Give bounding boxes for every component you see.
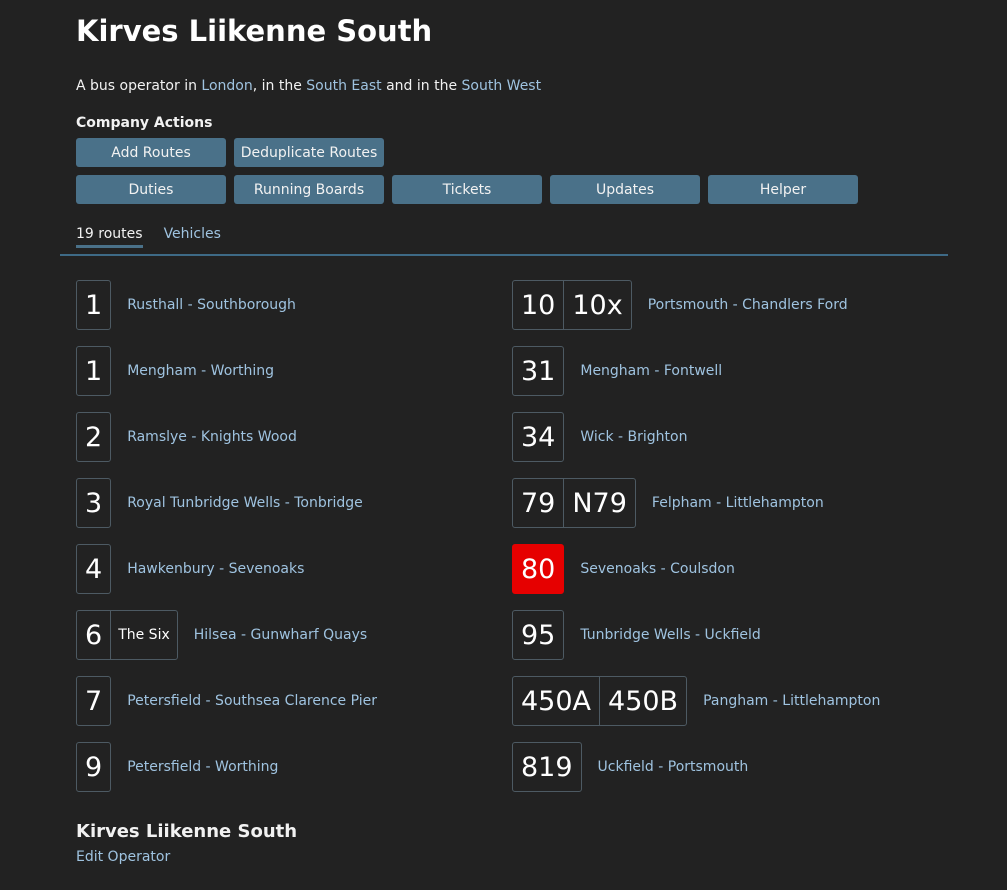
- region-link-london[interactable]: London: [201, 78, 252, 94]
- route-item[interactable]: 819 Uckfield - Portsmouth: [512, 742, 880, 792]
- add-routes-button[interactable]: Add Routes: [76, 138, 226, 167]
- route-number: 10x: [563, 281, 630, 329]
- region-link-south-west[interactable]: South West: [462, 78, 542, 94]
- route-item[interactable]: 1 Rusthall - Southborough: [76, 280, 377, 330]
- route-item[interactable]: 9 Petersfield - Worthing: [76, 742, 377, 792]
- route-number: 3: [85, 487, 103, 519]
- route-number-badge: 34: [512, 412, 565, 462]
- route-name: Wick - Brighton: [580, 429, 688, 445]
- route-item[interactable]: 2 Ramslye - Knights Wood: [76, 412, 377, 462]
- route-number-badge: 819: [512, 742, 582, 792]
- route-item[interactable]: 31 Mengham - Fontwell: [512, 346, 880, 396]
- page-title: Kirves Liikenne South: [76, 14, 433, 48]
- route-number: 95: [521, 619, 556, 651]
- route-number-badge: 79 N79: [512, 478, 636, 528]
- route-number: 34: [521, 421, 556, 453]
- tab-vehicles[interactable]: Vehicles: [164, 226, 221, 248]
- actions-row-1: Add Routes Deduplicate Routes: [76, 138, 384, 167]
- route-item[interactable]: 3 Royal Tunbridge Wells - Tonbridge: [76, 478, 377, 528]
- updates-button[interactable]: Updates: [550, 175, 700, 204]
- duties-button[interactable]: Duties: [76, 175, 226, 204]
- route-number: 4: [85, 553, 103, 585]
- route-number: 31: [521, 355, 556, 387]
- actions-row-2: Duties Running Boards Tickets Updates He…: [76, 175, 858, 204]
- route-number-badge: 450A 450B: [512, 676, 688, 726]
- route-number: The Six: [110, 611, 177, 659]
- route-number: 450A: [521, 685, 592, 717]
- route-item[interactable]: 4 Hawkenbury - Sevenoaks: [76, 544, 377, 594]
- route-number-badge: 31: [512, 346, 565, 396]
- route-number-badge: 4: [76, 544, 112, 594]
- company-actions-heading: Company Actions: [76, 115, 213, 131]
- route-number: 819: [521, 751, 573, 783]
- route-number-badge: 80: [512, 544, 565, 594]
- route-number: N79: [563, 479, 635, 527]
- route-name: Petersfield - Worthing: [127, 759, 279, 775]
- route-number-badge: 1: [76, 346, 112, 396]
- route-item[interactable]: 80 Sevenoaks - Coulsdon: [512, 544, 880, 594]
- route-number-badge: 9: [76, 742, 112, 792]
- route-number-badge: 7: [76, 676, 112, 726]
- tab-divider: [60, 254, 948, 256]
- route-item[interactable]: 10 10x Portsmouth - Chandlers Ford: [512, 280, 880, 330]
- route-number: 7: [85, 685, 103, 717]
- route-number: 10: [521, 289, 556, 321]
- tab-bar: 19 routes Vehicles: [76, 226, 221, 248]
- route-name: Sevenoaks - Coulsdon: [580, 561, 735, 577]
- route-number: 9: [85, 751, 103, 783]
- route-column-right: 10 10x Portsmouth - Chandlers Ford 31 Mengha…: [512, 280, 880, 792]
- route-name: Uckfield - Portsmouth: [597, 759, 749, 775]
- operator-description: A bus operator in London, in the South E…: [76, 78, 542, 94]
- route-name: Mengham - Fontwell: [580, 363, 723, 379]
- route-number-badge: 2: [76, 412, 112, 462]
- route-number: 1: [85, 355, 103, 387]
- route-number: 2: [85, 421, 103, 453]
- route-number-badge: 3: [76, 478, 112, 528]
- route-item[interactable]: 1 Mengham - Worthing: [76, 346, 377, 396]
- route-name: Hawkenbury - Sevenoaks: [127, 561, 305, 577]
- route-name: Petersfield - Southsea Clarence Pier: [127, 693, 378, 709]
- route-column-left: 1 Rusthall - Southborough 1 Mengham - Worth…: [76, 280, 377, 792]
- edit-operator-link[interactable]: Edit Operator: [76, 849, 170, 865]
- route-number: 6: [85, 619, 103, 651]
- route-name: Portsmouth - Chandlers Ford: [647, 297, 848, 313]
- route-item[interactable]: 79 N79 Felpham - Littlehampton: [512, 478, 880, 528]
- route-item[interactable]: 95 Tunbridge Wells - Uckfield: [512, 610, 880, 660]
- operator-section-title: Kirves Liikenne South: [76, 821, 298, 842]
- tab-routes[interactable]: 19 routes: [76, 226, 143, 248]
- route-name: Mengham - Worthing: [127, 363, 275, 379]
- route-name: Ramslye - Knights Wood: [127, 429, 297, 445]
- route-name: Pangham - Littlehampton: [703, 693, 881, 709]
- route-number: 79: [521, 487, 556, 519]
- route-number-badge: 10 10x: [512, 280, 632, 330]
- route-item[interactable]: 6 The Six Hilsea - Gunwharf Quays: [76, 610, 377, 660]
- route-number: 80: [521, 553, 556, 585]
- route-number: 1: [85, 289, 103, 321]
- route-name: Tunbridge Wells - Uckfield: [580, 627, 761, 643]
- route-number-badge: 6 The Six: [76, 610, 178, 660]
- route-item[interactable]: 450A 450B Pangham - Littlehampton: [512, 676, 880, 726]
- route-number-badge: 95: [512, 610, 565, 660]
- deduplicate-routes-button[interactable]: Deduplicate Routes: [234, 138, 384, 167]
- route-name: Rusthall - Southborough: [127, 297, 296, 313]
- route-number: 450B: [599, 677, 686, 725]
- route-item[interactable]: 34 Wick - Brighton: [512, 412, 880, 462]
- region-link-south-east[interactable]: South East: [306, 78, 381, 94]
- helper-button[interactable]: Helper: [708, 175, 858, 204]
- route-number-badge: 1: [76, 280, 112, 330]
- route-name: Hilsea - Gunwharf Quays: [193, 627, 368, 643]
- route-name: Royal Tunbridge Wells - Tonbridge: [127, 495, 363, 511]
- running-boards-button[interactable]: Running Boards: [234, 175, 384, 204]
- tickets-button[interactable]: Tickets: [392, 175, 542, 204]
- route-name: Felpham - Littlehampton: [651, 495, 824, 511]
- route-item[interactable]: 7 Petersfield - Southsea Clarence Pier: [76, 676, 377, 726]
